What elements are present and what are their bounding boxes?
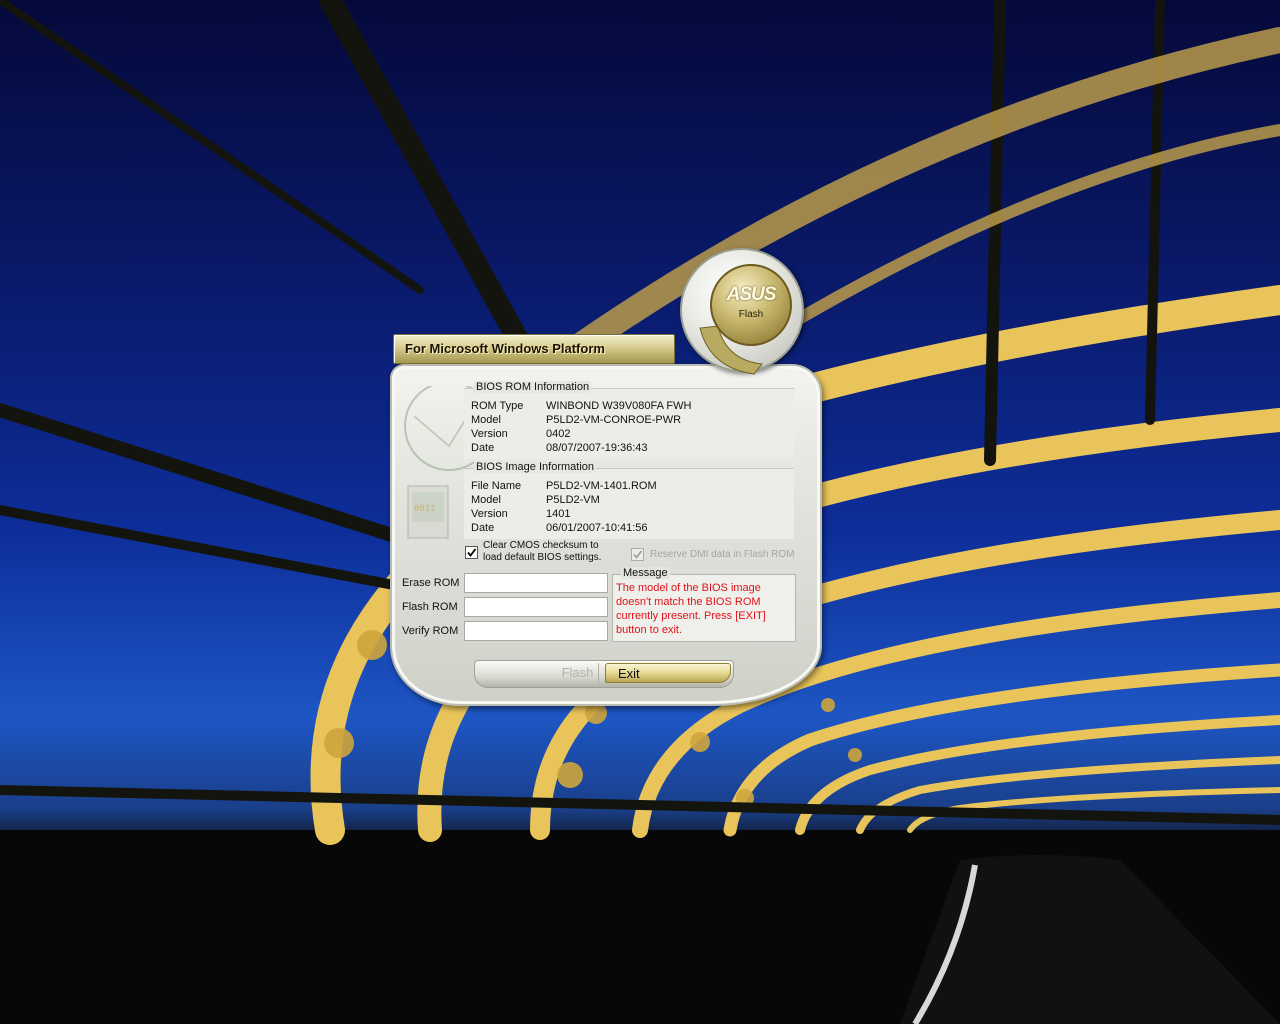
computer-chip-illustration: 0011 xyxy=(404,386,474,539)
bios-image-info-title: BIOS Image Information xyxy=(474,461,596,473)
clear-cmos-label-line2: load default BIOS settings. xyxy=(483,552,602,563)
image-model-value: P5LD2-VM xyxy=(546,494,600,506)
erase-rom-label: Erase ROM xyxy=(402,577,460,589)
rom-model-label: Model xyxy=(471,414,501,426)
image-file-label: File Name xyxy=(471,480,522,492)
image-date-value: 06/01/2007-10:41:56 xyxy=(546,522,648,534)
rom-type-label: ROM Type xyxy=(471,400,524,412)
rom-date-label: Date xyxy=(471,442,495,454)
image-model-label: Model xyxy=(471,494,501,506)
rom-date-value: 08/07/2007-19:36:43 xyxy=(546,442,648,454)
image-version-value: 1401 xyxy=(546,508,571,520)
message-text: The model of the BIOS image doesn't matc… xyxy=(616,582,766,636)
rom-version-label: Version xyxy=(471,428,508,440)
clear-cmos-label-line1: Clear CMOS checksum to xyxy=(483,540,599,551)
bios-rom-info-title: BIOS ROM Information xyxy=(474,381,592,393)
message-title: Message xyxy=(621,567,670,579)
verify-rom-progress xyxy=(464,621,608,641)
button-bar: Flash Exit xyxy=(474,660,734,688)
reserve-dmi-checkbox[interactable] xyxy=(631,548,644,561)
bios-rom-info-group: BIOS ROM Information ROM Type WINBOND W3… xyxy=(464,381,794,459)
asus-flash-window: 0011 For Microsoft Windows Platform ASUS… xyxy=(388,246,822,706)
asus-flash-logo: ASUS Flash xyxy=(710,264,792,346)
logo-brand-text: ASUS xyxy=(726,284,777,305)
clear-cmos-checkbox[interactable] xyxy=(465,546,478,559)
image-date-label: Date xyxy=(471,522,495,534)
exit-button[interactable]: Exit xyxy=(605,663,731,683)
svg-text:0011: 0011 xyxy=(414,504,436,514)
platform-banner: For Microsoft Windows Platform xyxy=(393,334,675,364)
image-version-label: Version xyxy=(471,508,508,520)
platform-banner-text: For Microsoft Windows Platform xyxy=(405,341,605,356)
verify-rom-label: Verify ROM xyxy=(402,625,459,637)
bios-image-info-group: BIOS Image Information File Name P5LD2-V… xyxy=(464,461,794,539)
rom-version-value: 0402 xyxy=(546,428,571,440)
checkmark-icon xyxy=(633,550,643,559)
image-file-value: P5LD2-VM-1401.ROM xyxy=(546,480,657,492)
clear-cmos-label: Clear CMOS checksum to load default BIOS… xyxy=(483,540,601,564)
rom-type-value: WINBOND W39V080FA FWH xyxy=(546,400,692,412)
checkmark-icon xyxy=(467,548,477,557)
message-box: Message The model of the BIOS image does… xyxy=(612,567,796,642)
flash-rom-progress xyxy=(464,597,608,617)
erase-rom-progress xyxy=(464,573,608,593)
logo-flash-text: Flash xyxy=(738,309,764,320)
rom-model-value: P5LD2-VM-CONROE-PWR xyxy=(546,414,682,426)
reserve-dmi-label: Reserve DMI data in Flash ROM xyxy=(650,549,795,560)
flash-button[interactable]: Flash xyxy=(557,663,599,683)
flash-rom-label: Flash ROM xyxy=(402,601,458,613)
